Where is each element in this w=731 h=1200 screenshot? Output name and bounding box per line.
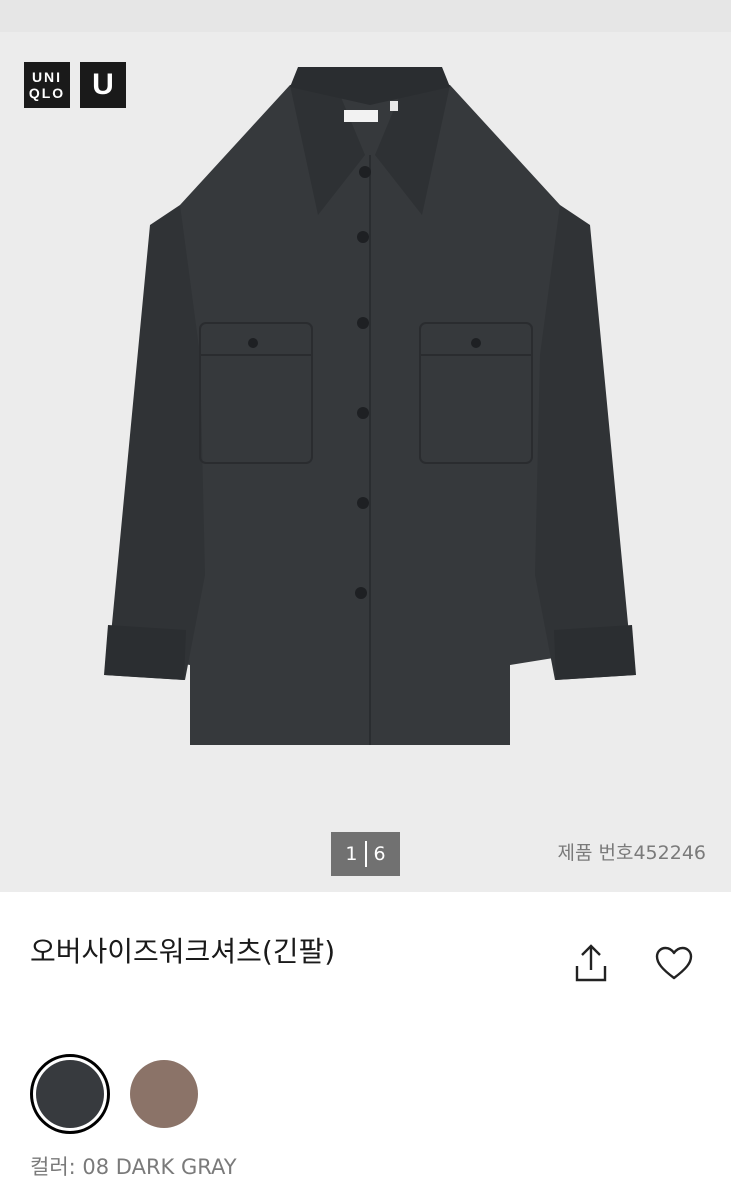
- gallery-top-band: [0, 0, 731, 32]
- product-number: 제품 번호452246: [557, 842, 707, 864]
- pager-total: 6: [373, 843, 386, 865]
- heart-icon: [655, 946, 693, 980]
- product-page: UNI QLO U 1 6 제품 번호452246 오버사이즈워크셔츠(긴팔) …: [0, 0, 731, 1200]
- image-pager: 1 6: [331, 832, 400, 876]
- color-swatch-dark-gray[interactable]: [30, 1054, 110, 1134]
- selected-color-label: 컬러: 08 DARK GRAY: [30, 1155, 237, 1179]
- color-swatch-brown[interactable]: [124, 1054, 204, 1134]
- pager-current: 1: [345, 843, 358, 865]
- logo-line1: UNI: [31, 69, 63, 85]
- pager-separator: [364, 841, 367, 867]
- favorite-button[interactable]: [654, 944, 694, 984]
- swatch-fill: [36, 1060, 104, 1128]
- uniqlo-logo: UNI QLO: [24, 62, 70, 108]
- logo-line2: QLO: [28, 85, 66, 101]
- shirt-image[interactable]: [90, 55, 650, 755]
- swatch-fill: [130, 1060, 198, 1128]
- share-button[interactable]: [572, 942, 610, 984]
- image-gallery[interactable]: UNI QLO U 1 6 제품 번호452246: [0, 0, 731, 892]
- share-icon: [575, 944, 607, 982]
- product-name: 오버사이즈워크셔츠(긴팔): [30, 935, 336, 968]
